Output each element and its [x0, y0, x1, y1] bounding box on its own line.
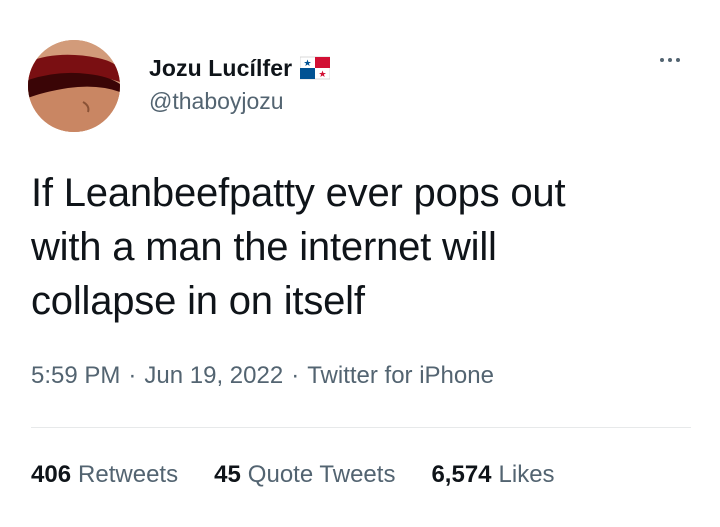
more-dot	[676, 58, 680, 62]
retweets-label: Retweets	[78, 461, 179, 488]
tweet-text: If Leanbeefpatty ever pops out with a ma…	[31, 171, 566, 323]
meta-separator: ·	[128, 362, 137, 389]
display-name[interactable]: Jozu Lucílfer	[149, 55, 292, 82]
user-handle[interactable]: @thaboyjozu	[149, 88, 284, 115]
retweets-count: 406	[31, 461, 72, 488]
meta-separator: ·	[291, 362, 300, 389]
tweet-card: Jozu Lucílfer @thaboyjozu If Leanbeefpat…	[0, 0, 720, 527]
likes-count: 6,574	[431, 461, 492, 488]
avatar[interactable]	[28, 40, 120, 132]
divider	[31, 427, 691, 428]
tweet-time[interactable]: 5:59 PM	[31, 362, 120, 390]
more-options-icon[interactable]	[654, 50, 686, 70]
tweet-source[interactable]: Twitter for iPhone	[307, 362, 494, 390]
likes-stat[interactable]: 6,574 Likes	[431, 461, 554, 489]
tweet-meta: 5:59 PM · Jun 19, 2022 · Twitter for iPh…	[31, 362, 494, 390]
quote-tweets-label: Quote Tweets	[247, 461, 396, 488]
tweet-stats: 406 Retweets 45 Quote Tweets 6,574 Likes	[31, 461, 591, 489]
panama-flag-icon	[299, 55, 331, 81]
author-name-row: Jozu Lucílfer	[149, 53, 331, 83]
quote-tweets-count: 45	[214, 461, 241, 488]
more-dot	[660, 58, 664, 62]
retweets-stat[interactable]: 406 Retweets	[31, 461, 178, 489]
more-dot	[668, 58, 672, 62]
avatar-image	[28, 40, 120, 132]
likes-label: Likes	[498, 461, 555, 488]
quote-tweets-stat[interactable]: 45 Quote Tweets	[214, 461, 395, 489]
tweet-date[interactable]: Jun 19, 2022	[144, 362, 283, 390]
